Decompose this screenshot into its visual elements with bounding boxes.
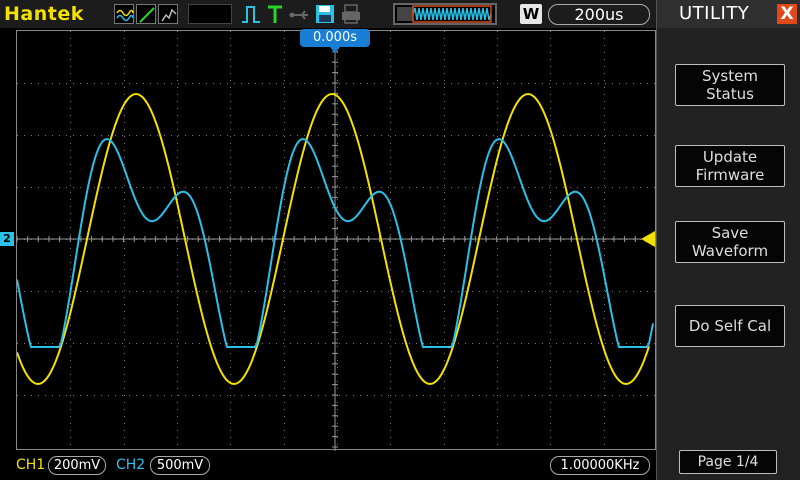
record-length-bar [393, 3, 497, 25]
frequency-readout: 1.00000KHz [550, 456, 650, 475]
trigger-position-arrow [330, 47, 340, 53]
close-button[interactable]: X [777, 4, 797, 24]
timebase-readout[interactable]: 200us [548, 4, 650, 25]
trigger-level-marker[interactable] [641, 231, 655, 247]
acquire-mode-slot [188, 4, 232, 24]
page-indicator-button[interactable]: Page 1/4 [679, 450, 777, 474]
ch1-label: CH1 [16, 457, 46, 473]
waveform-display[interactable] [16, 30, 657, 451]
utility-menu-panel: UTILITY X System Status Update Firmware … [656, 0, 800, 480]
status-bar: Hantek W 200us [0, 0, 656, 28]
channel-info-bar: CH1 200mV CH2 500mV 1.00000KHz [0, 452, 656, 480]
ramp-icon[interactable] [136, 4, 156, 24]
trigger-T-icon [266, 3, 286, 25]
save-icon[interactable] [314, 3, 336, 25]
persist-icon[interactable] [158, 4, 178, 24]
self-cal-button[interactable]: Do Self Cal [675, 305, 785, 347]
trigger-position-readout[interactable]: 0.000s [300, 29, 370, 47]
ch2-ground-marker[interactable]: 2 [0, 232, 14, 246]
update-firmware-button[interactable]: Update Firmware [675, 145, 785, 187]
pulse-trigger-icon [240, 3, 262, 25]
record-badge: W [520, 4, 542, 24]
save-waveform-button[interactable]: Save Waveform [675, 221, 785, 263]
ch2-label: CH2 [116, 457, 146, 473]
print-icon[interactable] [340, 3, 362, 25]
system-status-button[interactable]: System Status [675, 64, 785, 106]
usb-icon [288, 3, 312, 25]
ch1-scale[interactable]: 200mV [48, 456, 106, 475]
ch2-scale[interactable]: 500mV [150, 456, 210, 475]
waveform-graticule [17, 31, 657, 451]
waveform-mode-icon[interactable] [114, 4, 134, 24]
brand-logo: Hantek [4, 3, 84, 25]
